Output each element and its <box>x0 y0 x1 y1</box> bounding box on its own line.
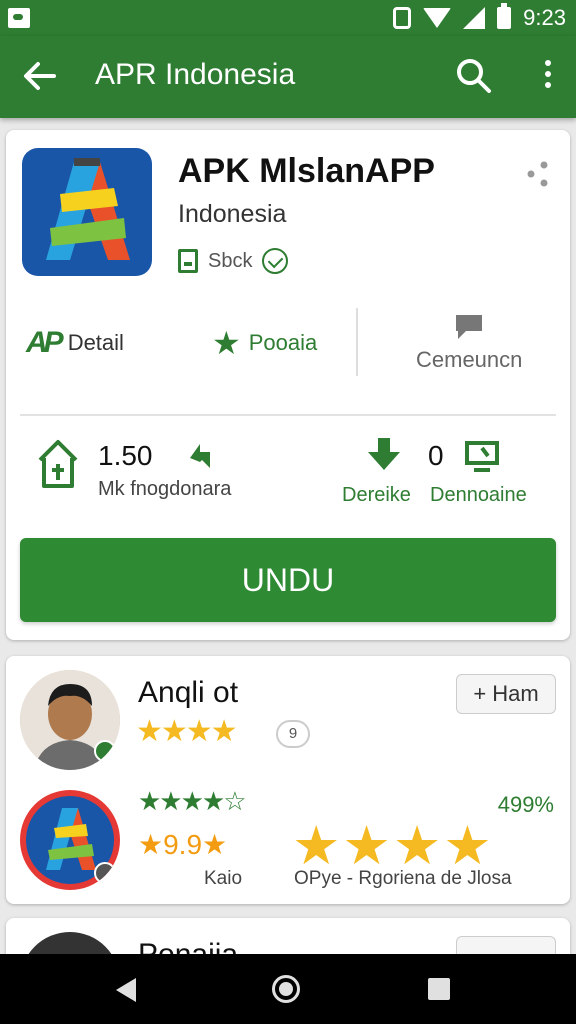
plus-icon: + <box>473 681 487 706</box>
nav-home-icon[interactable] <box>272 975 300 1003</box>
rating-score: ★9.9★ <box>138 829 228 860</box>
review-card: Anqli ot ★★★★ 9 + Ham ★★★★☆ 499% ★9.9★ ★… <box>6 656 570 904</box>
rating-label-left: Kaio <box>204 868 243 889</box>
rating-label-right: OPye - Rgoriena de Jlosa <box>294 868 512 889</box>
section-divider <box>20 414 556 416</box>
back-arrow-icon[interactable] <box>20 56 60 96</box>
online-indicator-icon <box>94 740 116 762</box>
ap-logo-icon: AP <box>26 326 64 359</box>
rating-label: Mk fnogdonara <box>98 478 232 500</box>
tab-comment-label: Cemeuncn <box>416 347 523 372</box>
share-icon[interactable] <box>526 160 550 188</box>
app-logo-icon <box>22 148 152 276</box>
trend-arrow-icon <box>190 444 210 468</box>
navigation-bar <box>0 954 576 1024</box>
battery-icon <box>497 3 512 29</box>
app-bar: APR Indonesia <box>0 36 576 118</box>
screen-icon <box>465 441 499 472</box>
wifi-icon <box>423 8 452 28</box>
badge-text: Sbck <box>208 249 253 272</box>
tab-comment[interactable]: Cemeuncn <box>416 298 522 388</box>
rating-stars-green: ★★★★☆ <box>138 786 247 816</box>
status-bar: 9:23 <box>0 0 576 36</box>
app-avatar <box>20 790 120 890</box>
screens-label: Dennoaine <box>430 484 527 506</box>
app-name: APK MlslanAPP <box>178 152 435 190</box>
reviewer-avatar[interactable] <box>20 670 120 770</box>
rating-percent: 499% <box>497 792 554 817</box>
notification-icon <box>8 8 30 28</box>
status-indicator-icon <box>94 862 116 884</box>
home-icon <box>38 440 78 488</box>
signal-icon <box>463 7 486 29</box>
tab-popular[interactable]: ★ Pooaia <box>212 298 317 388</box>
reviewer-stars: ★★★★ <box>136 715 238 748</box>
app-badge-row: Sbck <box>178 248 289 274</box>
nav-recents-icon[interactable] <box>428 978 450 1000</box>
comment-icon <box>456 315 483 339</box>
tab-popular-label: Pooaia <box>248 330 318 355</box>
tab-divider <box>356 308 358 376</box>
search-icon[interactable] <box>454 56 494 96</box>
more-options-icon[interactable] <box>542 60 554 96</box>
document-icon <box>178 249 198 273</box>
install-button[interactable]: UNDU <box>20 538 556 622</box>
tab-detail[interactable]: AP Detail <box>26 298 124 388</box>
tab-detail-label: Detail <box>67 330 124 355</box>
download-value: 0 <box>428 440 444 471</box>
follow-button[interactable]: + Ham <box>456 674 556 714</box>
download-label: Dereike <box>342 484 411 506</box>
app-tabs: AP Detail ★ Pooaia Cemeuncn <box>6 298 570 388</box>
review-count-pill[interactable]: 9 <box>276 720 310 748</box>
star-icon: ★ <box>212 325 241 361</box>
status-time: 9:23 <box>523 5 566 30</box>
app-stats: 1.50 Mk fnogdonara 0 Dereike Dennoaine <box>6 430 570 520</box>
app-bar-title: APR Indonesia <box>95 58 296 91</box>
reviewer-name: Anqli ot <box>138 676 239 709</box>
vibrate-icon <box>393 7 412 29</box>
rating-value: 1.50 <box>98 440 153 471</box>
nav-back-icon[interactable] <box>116 978 136 1002</box>
app-detail-card: APK MlslanAPP Indonesia Sbck AP Detail ★… <box>6 130 570 640</box>
follow-label: Ham <box>492 681 539 706</box>
download-icon <box>368 438 400 470</box>
verified-check-icon <box>262 248 289 274</box>
app-subtitle: Indonesia <box>178 200 287 228</box>
